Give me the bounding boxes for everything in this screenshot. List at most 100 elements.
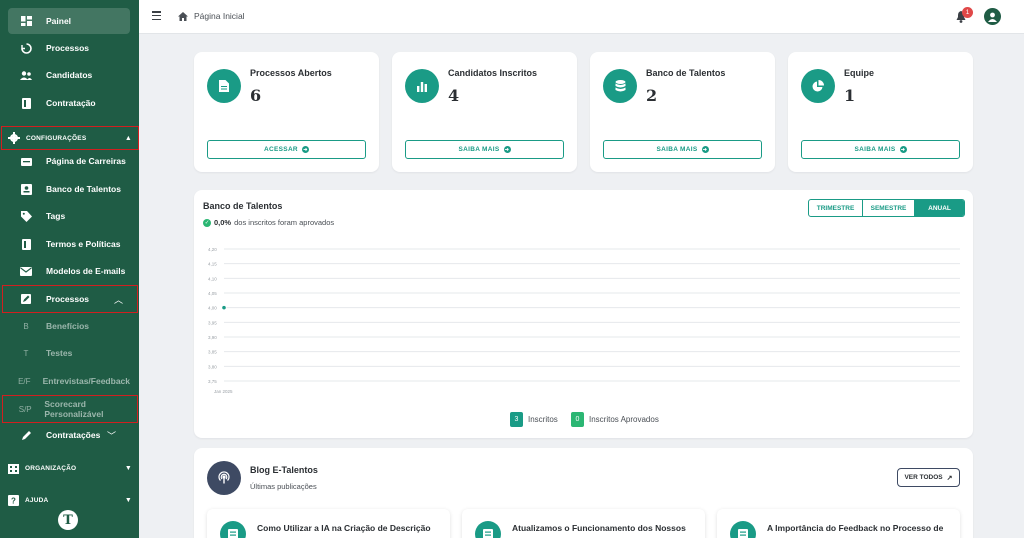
sidebar-item-contratacoes[interactable]: Contratações ﹀ (8, 422, 130, 448)
topbar: Página Inicial 1 (139, 0, 1024, 34)
button-label: SAIBA MAIS (656, 146, 698, 153)
stat-value: 6 (250, 86, 262, 105)
period-anual-button[interactable]: ANUAL (915, 200, 964, 216)
saiba-mais-button[interactable]: SAIBA MAIS ➜ (405, 140, 564, 159)
sidebar-item-candidatos[interactable]: Candidatos (8, 62, 130, 88)
ver-todos-button[interactable]: VER TODOS ↗ (897, 468, 960, 487)
period-selector: TRIMESTRE SEMESTRE ANUAL (808, 199, 965, 217)
y-tick-label: 3,90 (208, 335, 217, 340)
sidebar-item-label: Processos (46, 43, 89, 53)
sidebar-item-contratacao[interactable]: Contratação (8, 90, 130, 116)
processes-icon (18, 42, 34, 54)
dashboard-icon (18, 16, 34, 26)
saiba-mais-button[interactable]: SAIBA MAIS ➜ (603, 140, 762, 159)
arrow-right-icon: ➜ (301, 146, 309, 153)
database-icon (603, 69, 637, 103)
blog-post-card[interactable]: Atualizamos o Funcionamento dos Nossos (462, 509, 705, 538)
sidebar-item-pagina-carreiras[interactable]: Página de Carreiras (8, 148, 130, 174)
sidebar-item-label: Contratação (46, 98, 96, 108)
sidebar-item-banco-talentos[interactable]: Banco de Talentos (8, 176, 130, 202)
building-icon (8, 463, 19, 474)
breadcrumb-label: Página Inicial (194, 11, 245, 21)
sidebar-item-label: Benefícios (46, 321, 89, 331)
article-icon (220, 521, 246, 538)
arrow-right-icon: ➜ (503, 146, 511, 153)
legend-count: 3 (510, 412, 523, 427)
external-link-icon: ↗ (946, 474, 953, 482)
sidebar-item-tags[interactable]: Tags (8, 203, 130, 229)
sidebar-item-modelos-email[interactable]: Modelos de E-mails (8, 258, 130, 284)
period-trimestre-button[interactable]: TRIMESTRE (809, 200, 863, 216)
menu-icon[interactable] (152, 11, 161, 20)
mail-icon (18, 266, 34, 276)
stat-value: 2 (646, 86, 658, 105)
approved-summary: ✓ 0,0% dos inscritos foram aprovados (203, 218, 334, 227)
y-tick-label: 3,80 (208, 364, 217, 369)
talent-bank-icon (18, 183, 34, 195)
svg-text:?: ? (11, 496, 16, 505)
chevron-up-icon: ︿ (113, 294, 123, 305)
sidebar-subitem-beneficios[interactable]: B Benefícios (8, 313, 130, 339)
blog-post-card[interactable]: A Importância do Feedback no Processo de (717, 509, 960, 538)
sidebar-item-processos-config[interactable]: Processos ︿ (2, 285, 138, 313)
app-logo[interactable]: T (58, 510, 78, 530)
blog-subtitle: Últimas publicações (250, 482, 317, 491)
y-tick-label: 4,05 (208, 291, 217, 296)
legend-inscritos[interactable]: 3 Inscritos (510, 412, 558, 427)
avatar[interactable] (984, 8, 1001, 25)
section-label: ORGANIZAÇÃO (25, 464, 77, 472)
section-label: AJUDA (25, 496, 49, 504)
sidebar-section-configuracoes[interactable]: CONFIGURAÇÕES ▲ (1, 126, 139, 150)
home-icon[interactable] (178, 11, 188, 21)
sidebar-item-label: Painel (46, 16, 72, 26)
blog-post-title: Atualizamos o Funcionamento dos Nossos (512, 523, 686, 533)
button-label: VER TODOS (904, 474, 943, 481)
y-tick-label: 3,95 (208, 320, 217, 325)
sidebar-item-label: Modelos de E-mails (46, 266, 126, 276)
sidebar-section-organizacao[interactable]: ORGANIZAÇÃO ▼ (2, 457, 138, 479)
data-point[interactable] (221, 305, 227, 311)
sidebar-subitem-entrevistas[interactable]: E/F Entrevistas/Feedback (8, 368, 130, 394)
legend-aprovados[interactable]: 0 Inscritos Aprovados (571, 412, 659, 427)
bar-chart-icon (405, 69, 439, 103)
stat-title: Banco de Talentos (646, 68, 726, 78)
stat-card-banco-talentos: Banco de Talentos 2 SAIBA MAIS ➜ (590, 52, 775, 172)
stat-card-candidatos: Candidatos Inscritos 4 SAIBA MAIS ➜ (392, 52, 577, 172)
sidebar-item-termos[interactable]: Termos e Políticas (8, 231, 130, 257)
saiba-mais-button[interactable]: SAIBA MAIS ➜ (801, 140, 960, 159)
check-circle-icon: ✓ (203, 218, 211, 227)
file-icon (207, 69, 241, 103)
sidebar-item-label: Candidatos (46, 70, 93, 80)
line-chart: 4,20 4,15 4,10 4,05 4,00 3,95 3,90 3,85 3,80 3,75… (208, 247, 960, 394)
sidebar-item-label: Página de Carreiras (46, 156, 126, 166)
sidebar-subitem-scorecard[interactable]: S/P Scorecard Personalizável (2, 395, 138, 423)
sidebar-subitem-testes[interactable]: T Testes (8, 340, 130, 366)
article-icon (730, 521, 756, 538)
sidebar-item-painel[interactable]: Painel (8, 8, 130, 34)
article-icon (475, 521, 501, 538)
sidebar-item-label: Processos (46, 294, 89, 304)
legend-label: Inscritos (528, 415, 558, 424)
sidebar-item-label: Banco de Talentos (46, 184, 121, 194)
pencil-icon (18, 430, 34, 441)
contract-icon (18, 97, 34, 109)
gear-icon (8, 132, 20, 144)
button-label: SAIBA MAIS (458, 146, 500, 153)
blog-card: Blog E-Talentos Últimas publicações VER … (194, 448, 973, 538)
sidebar-item-label: Testes (46, 348, 73, 358)
acessar-button[interactable]: ACESSAR ➜ (207, 140, 366, 159)
sidebar-item-label: Contratações (46, 430, 101, 440)
sidebar-section-ajuda[interactable]: ? AJUDA ▼ (2, 489, 138, 511)
stat-title: Processos Abertos (250, 68, 332, 78)
arrow-right-icon: ➜ (899, 146, 907, 153)
approved-text: dos inscritos foram aprovados (234, 218, 335, 227)
period-semestre-button[interactable]: SEMESTRE (863, 200, 915, 216)
y-tick-label: 3,75 (208, 379, 217, 384)
blog-post-card[interactable]: Como Utilizar a IA na Criação de Descriç… (207, 509, 450, 538)
breadcrumb: Página Inicial (178, 11, 245, 21)
sidebar-item-processos[interactable]: Processos (8, 35, 130, 61)
pie-chart-icon (801, 69, 835, 103)
y-tick-label: 3,85 (208, 350, 217, 355)
approved-pct: 0,0% (214, 218, 232, 227)
stat-card-equipe: Equipe 1 SAIBA MAIS ➜ (788, 52, 973, 172)
